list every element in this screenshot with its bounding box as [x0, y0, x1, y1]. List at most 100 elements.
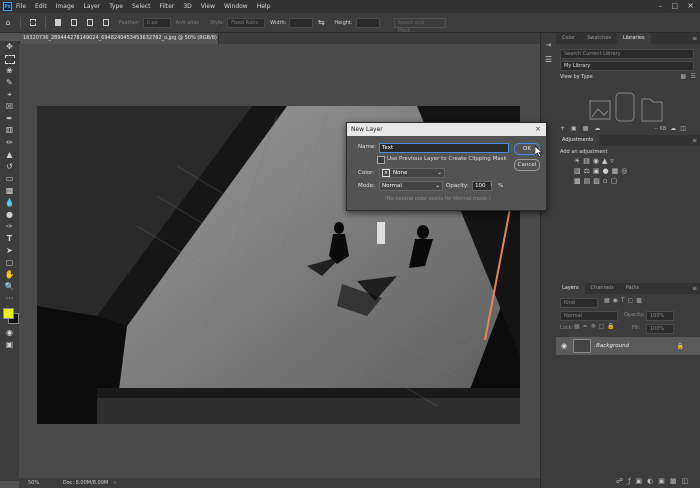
adjustment-icons-row-3[interactable]: ▩▤▨▫▢: [574, 177, 620, 185]
image-icon[interactable]: ▦: [583, 125, 589, 132]
home-icon[interactable]: ⌂: [3, 18, 13, 28]
adjustment-icons-row-1[interactable]: ☀▤◉▲▿: [574, 157, 617, 165]
eraser-tool-icon[interactable]: ▭: [0, 173, 19, 185]
color-select[interactable]: × None ⌄: [379, 168, 445, 178]
dodge-tool-icon[interactable]: ●: [0, 209, 19, 221]
close-icon[interactable]: ×: [535, 123, 541, 136]
add-selection-icon[interactable]: [69, 18, 79, 28]
minimize-icon[interactable]: –: [659, 2, 663, 10]
tab-channels[interactable]: Channels: [585, 283, 620, 294]
feather-input[interactable]: 0 px: [142, 17, 171, 28]
menu-3d[interactable]: 3D: [183, 3, 191, 10]
mode-select[interactable]: Normal ⌄: [379, 181, 443, 191]
tab-swatches[interactable]: Swatches: [581, 33, 617, 44]
quick-mask-icon[interactable]: ◉: [0, 327, 19, 339]
layers-footer-icons[interactable]: ☍ƒ▣◐▣▦◫: [616, 477, 693, 485]
menu-select[interactable]: Select: [132, 3, 151, 10]
panel-menu-icon[interactable]: ≡: [692, 35, 697, 42]
library-select[interactable]: My Library: [560, 61, 694, 71]
opacity-input[interactable]: 100%: [646, 311, 674, 321]
lasso-tool-icon[interactable]: ❀: [0, 65, 19, 77]
antialias-checkbox[interactable]: Anti-alias: [176, 20, 199, 26]
pen-tool-icon[interactable]: ✑: [0, 221, 19, 233]
marquee-preset-icon[interactable]: [28, 18, 38, 28]
stamp-tool-icon[interactable]: ▲: [0, 149, 19, 161]
library-search-input[interactable]: Search Current Library: [560, 49, 694, 59]
layer-row[interactable]: ◉ Background 🔒: [556, 337, 700, 355]
opacity-input[interactable]: 100: [472, 181, 492, 191]
menu-window[interactable]: Window: [224, 3, 248, 10]
lock-icons[interactable]: ▦✒✥□🔒: [574, 323, 618, 330]
zoom-tool-icon[interactable]: 🔍: [0, 281, 19, 293]
new-selection-icon[interactable]: [53, 18, 63, 28]
menu-filter[interactable]: Filter: [160, 3, 175, 10]
layer-name[interactable]: Background: [596, 343, 629, 349]
more-tools-icon[interactable]: ···: [0, 293, 19, 305]
tab-adjustments[interactable]: Adjustments: [556, 135, 600, 146]
menu-view[interactable]: View: [201, 3, 215, 10]
blend-mode-select[interactable]: Normal: [560, 311, 618, 321]
grid-view-icon[interactable]: ▦: [680, 73, 686, 80]
quick-select-tool-icon[interactable]: ✎: [0, 77, 19, 89]
subtract-selection-icon[interactable]: [85, 18, 95, 28]
blur-tool-icon[interactable]: 💧: [0, 197, 19, 209]
eyedropper-tool-icon[interactable]: ✒: [0, 113, 19, 125]
view-by-type[interactable]: View by Type: [560, 74, 593, 80]
layer-kind-filter[interactable]: Kind: [560, 298, 598, 308]
tab-libraries[interactable]: Libraries: [616, 33, 651, 44]
cancel-button[interactable]: Cancel: [514, 159, 540, 171]
frame-tool-icon[interactable]: ☒: [0, 101, 19, 113]
layer-name-input[interactable]: Text: [379, 143, 509, 153]
menu-help[interactable]: Help: [257, 3, 271, 10]
type-tool-icon[interactable]: T: [0, 233, 19, 245]
history-brush-icon[interactable]: ↺: [0, 161, 19, 173]
tab-paths[interactable]: Paths: [620, 283, 646, 294]
panel-menu-icon[interactable]: ≡: [692, 137, 697, 144]
document-tab[interactable]: 18320736_289444278149024_694824045345363…: [19, 33, 219, 52]
eye-icon[interactable]: ◉: [561, 342, 567, 350]
cloud-sync-icon[interactable]: ☁: [670, 125, 676, 132]
marquee-tool-icon[interactable]: [0, 53, 19, 65]
swap-icon[interactable]: ⇆: [316, 18, 326, 28]
list-view-icon[interactable]: ☰: [691, 73, 696, 80]
shape-tool-icon[interactable]: ▢: [0, 257, 19, 269]
fill-input[interactable]: 100%: [646, 324, 674, 334]
brush-tool-icon[interactable]: ✏: [0, 137, 19, 149]
zoom-level[interactable]: 50%: [28, 480, 39, 486]
crop-tool-icon[interactable]: ⌖: [0, 89, 19, 101]
cloud-icon[interactable]: ☁: [594, 125, 600, 132]
menu-layer[interactable]: Layer: [83, 3, 100, 10]
opacity-dropdown-icon[interactable]: ›: [490, 181, 492, 188]
tab-layers[interactable]: Layers: [556, 283, 585, 294]
style-select[interactable]: Fixed Ratio: [227, 17, 266, 28]
adjustment-icons-row-2[interactable]: ▧⚖▣●▦◎: [574, 167, 630, 175]
path-select-tool-icon[interactable]: ➤: [0, 245, 19, 257]
chevron-right-icon[interactable]: ›: [114, 480, 116, 486]
intersect-selection-icon[interactable]: [101, 18, 111, 28]
select-and-mask-button[interactable]: Select and Mask...: [393, 17, 446, 34]
history-panel-icon[interactable]: ☰: [541, 55, 556, 64]
tab-color[interactable]: Color: [556, 33, 581, 44]
folder-icon[interactable]: ▣: [571, 125, 577, 132]
width-input[interactable]: [289, 17, 314, 28]
height-input[interactable]: [355, 17, 380, 28]
hand-tool-icon[interactable]: ✋: [0, 269, 19, 281]
menu-image[interactable]: Image: [56, 3, 75, 10]
add-element-icon[interactable]: +: [560, 125, 565, 132]
foreground-color-swatch[interactable]: [3, 308, 14, 319]
clipping-mask-checkbox[interactable]: [377, 156, 385, 164]
gradient-tool-icon[interactable]: ▩: [0, 185, 19, 197]
menu-type[interactable]: Type: [109, 3, 123, 10]
menu-file[interactable]: File: [16, 3, 26, 10]
collapse-icon[interactable]: ⇥: [541, 41, 556, 49]
close-app-icon[interactable]: ×: [687, 1, 694, 10]
healing-tool-icon[interactable]: ⚅: [0, 125, 19, 137]
menu-edit[interactable]: Edit: [35, 3, 47, 10]
layer-filter-icons[interactable]: ▦◉T▢▩: [604, 297, 645, 304]
trash-icon[interactable]: ◫: [680, 125, 686, 132]
move-tool-icon[interactable]: ✥: [0, 41, 19, 53]
panel-menu-icon[interactable]: ≡: [692, 285, 697, 292]
dialog-titlebar[interactable]: New Layer ×: [347, 123, 546, 136]
maximize-icon[interactable]: □: [671, 2, 678, 10]
screen-mode-icon[interactable]: ▣: [0, 339, 19, 351]
